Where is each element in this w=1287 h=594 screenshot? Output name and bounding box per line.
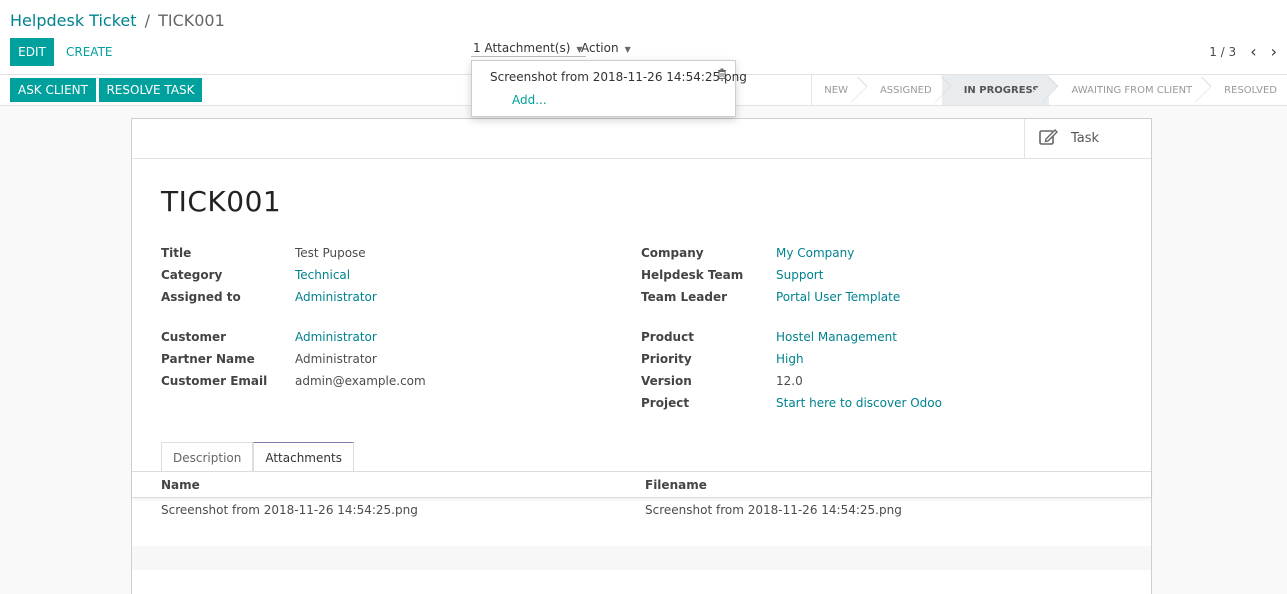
field-label-title: Title bbox=[161, 246, 192, 260]
field-value-assigned-to[interactable]: Administrator bbox=[295, 290, 377, 304]
field-value-company[interactable]: My Company bbox=[776, 246, 854, 260]
stage-statusbar: NEW ASSIGNED IN PROGRESS AWAITING FROM CLIE… bbox=[811, 75, 1287, 105]
column-header-filename[interactable]: Filename bbox=[645, 478, 707, 492]
action-dropdown-toggle[interactable]: Action ▼ bbox=[581, 41, 631, 55]
field-label-customer: Customer bbox=[161, 330, 227, 344]
field-label-version: Version bbox=[641, 374, 692, 388]
breadcrumb-separator: / bbox=[144, 11, 150, 30]
field-label-partner-name: Partner Name bbox=[161, 352, 255, 366]
stage-resolved[interactable]: RESOLVED bbox=[1202, 75, 1287, 105]
field-label-team-leader: Team Leader bbox=[641, 290, 728, 304]
edit-icon bbox=[1039, 128, 1059, 150]
add-attachment-link[interactable]: Add... bbox=[512, 93, 547, 107]
button-box: Task bbox=[132, 119, 1151, 159]
edit-button[interactable]: EDIT bbox=[10, 38, 54, 66]
tab-attachments[interactable]: Attachments bbox=[253, 442, 354, 472]
previous-record-icon[interactable]: ‹ bbox=[1250, 44, 1256, 60]
field-label-customer-email: Customer Email bbox=[161, 374, 268, 388]
field-value-customer[interactable]: Administrator bbox=[295, 330, 377, 344]
tab-description[interactable]: Description bbox=[161, 442, 254, 472]
field-value-category[interactable]: Technical bbox=[295, 268, 350, 282]
attachments-dropdown-toggle[interactable]: 1 Attachment(s) ▼ bbox=[471, 41, 586, 57]
table-row[interactable]: Screenshot from 2018-11-26 14:54:25.png S… bbox=[132, 499, 1151, 523]
attachments-dropdown-menu: Screenshot from 2018-11-26 14:54:25.png … bbox=[471, 60, 747, 117]
stage-awaiting-from-client[interactable]: AWAITING FROM CLIENT bbox=[1049, 75, 1202, 105]
field-value-helpdesk-team[interactable]: Support bbox=[776, 268, 823, 282]
field-value-project[interactable]: Start here to discover Odoo bbox=[776, 396, 942, 410]
ask-client-button[interactable]: ASK CLIENT bbox=[10, 78, 96, 102]
field-value-priority[interactable]: High bbox=[776, 352, 804, 366]
stage-in-progress[interactable]: IN PROGRESS bbox=[941, 75, 1050, 105]
cell-filename: Screenshot from 2018-11-26 14:54:25.png bbox=[645, 503, 902, 517]
field-label-assigned-to: Assigned to bbox=[161, 290, 241, 304]
pager: 1 / 3 ‹ › bbox=[1209, 44, 1277, 60]
trash-icon[interactable] bbox=[717, 68, 727, 82]
field-value-team-leader[interactable]: Portal User Template bbox=[776, 290, 900, 304]
form-sheet: Task TICK001 Title Test Pupose Category Tec… bbox=[131, 118, 1152, 594]
pager-value[interactable]: 1 / 3 bbox=[1209, 45, 1236, 59]
field-label-company: Company bbox=[641, 246, 704, 260]
action-label: Action bbox=[581, 41, 619, 55]
attachment-file-link[interactable]: Screenshot from 2018-11-26 14:54:25.png bbox=[490, 70, 747, 84]
field-value-partner-name: Administrator bbox=[295, 352, 377, 366]
resolve-task-button[interactable]: RESOLVE TASK bbox=[99, 78, 202, 102]
field-label-project: Project bbox=[641, 396, 690, 410]
attachments-label: 1 Attachment(s) bbox=[473, 41, 571, 55]
field-label-product: Product bbox=[641, 330, 694, 344]
field-value-title: Test Pupose bbox=[295, 246, 366, 260]
caret-down-icon: ▼ bbox=[624, 45, 631, 54]
field-label-helpdesk-team: Helpdesk Team bbox=[641, 268, 744, 282]
cell-name: Screenshot from 2018-11-26 14:54:25.png bbox=[161, 503, 418, 517]
empty-table-row bbox=[132, 546, 1151, 570]
task-smart-button[interactable]: Task bbox=[1024, 119, 1151, 158]
breadcrumb-current: TICK001 bbox=[158, 11, 225, 30]
record-title: TICK001 bbox=[161, 185, 282, 218]
column-header-name[interactable]: Name bbox=[161, 478, 200, 492]
field-value-customer-email: admin@example.com bbox=[295, 374, 426, 388]
notebook-tabs: Description Attachments bbox=[161, 442, 354, 472]
create-button[interactable]: CREATE bbox=[66, 45, 113, 59]
field-value-version: 12.0 bbox=[776, 374, 803, 388]
field-label-priority: Priority bbox=[641, 352, 692, 366]
breadcrumb-parent-link[interactable]: Helpdesk Ticket bbox=[10, 11, 137, 30]
next-record-icon[interactable]: › bbox=[1271, 44, 1277, 60]
breadcrumb: Helpdesk Ticket / TICK001 bbox=[10, 11, 225, 30]
task-label: Task bbox=[1071, 131, 1100, 146]
field-value-product[interactable]: Hostel Management bbox=[776, 330, 897, 344]
stage-assigned[interactable]: ASSIGNED bbox=[858, 75, 942, 105]
stage-new[interactable]: NEW bbox=[811, 75, 858, 105]
table-header: Name Filename bbox=[132, 472, 1151, 498]
field-label-category: Category bbox=[161, 268, 223, 282]
